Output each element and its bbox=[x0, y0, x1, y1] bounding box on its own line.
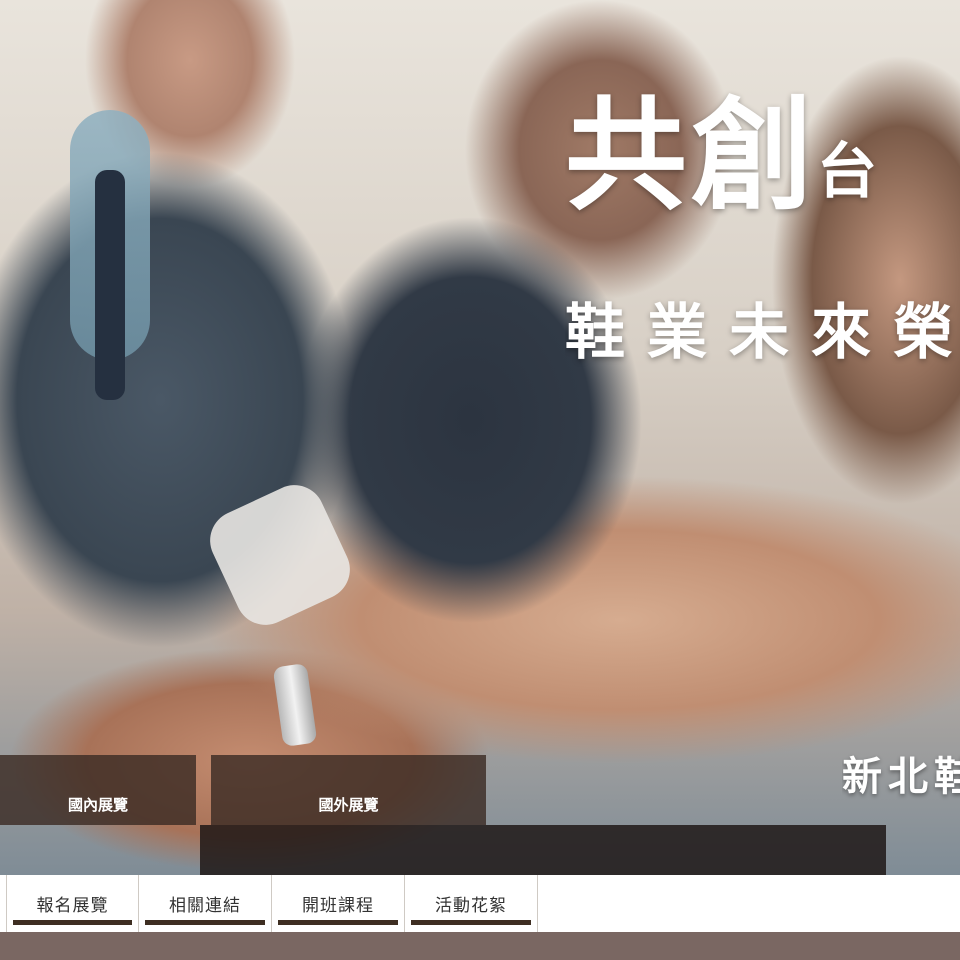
tab-domestic-exhibition[interactable]: 國內展覽 bbox=[0, 755, 196, 825]
nav-underline bbox=[13, 920, 132, 925]
nav-item-label: 開班課程 bbox=[302, 896, 374, 916]
organization-label: 新北鞋 bbox=[842, 753, 960, 800]
nav-underline bbox=[411, 920, 531, 925]
headline-small-text: 台 bbox=[817, 137, 881, 207]
tab-overseas-exhibition[interactable]: 國外展覽 bbox=[211, 755, 486, 825]
nav-item-event-gallery[interactable]: 活動花絮 bbox=[405, 875, 538, 932]
nav-item-label: 報名展覽 bbox=[36, 896, 109, 916]
nav-item-register-exhibition[interactable]: 報名展覽 bbox=[6, 875, 139, 932]
headline-big-text: 共創 bbox=[565, 90, 817, 227]
overlay-content-bar bbox=[200, 825, 886, 875]
nav-item-related-links[interactable]: 相關連結 bbox=[139, 875, 272, 932]
footer-band bbox=[0, 932, 960, 960]
nav-item-label: 活動花絮 bbox=[435, 896, 507, 916]
nav-item-label: 相關連結 bbox=[169, 896, 241, 916]
hero-photo-tie bbox=[95, 170, 125, 400]
hero-photo-sleeve bbox=[200, 475, 360, 635]
tab-domestic-label: 國內展覽 bbox=[67, 796, 128, 814]
hero-banner: 共創台 鞋業未來榮 新北鞋 bbox=[0, 0, 960, 875]
tab-overseas-label: 國外展覽 bbox=[318, 796, 379, 814]
nav-item-courses[interactable]: 開班課程 bbox=[272, 875, 405, 932]
headline-line-2: 鞋業未來榮 bbox=[565, 298, 960, 368]
main-nav: 報名展覽 相關連結 開班課程 活動花絮 bbox=[0, 875, 960, 932]
hero-photo-watch bbox=[272, 663, 318, 747]
headline-line-1: 共創台 bbox=[565, 90, 881, 220]
nav-underline bbox=[278, 920, 398, 925]
hero-headline: 共創台 鞋業未來榮 bbox=[565, 90, 960, 390]
nav-underline bbox=[145, 920, 265, 925]
